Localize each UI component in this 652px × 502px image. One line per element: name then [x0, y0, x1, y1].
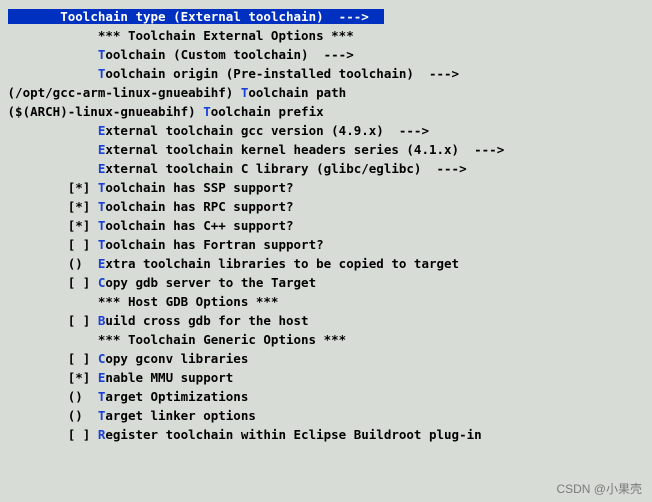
menu-row[interactable]: [*] Toolchain has C++ support? [0, 217, 652, 236]
selected-item[interactable]: Toolchain type (External toolchain) ---> [8, 9, 384, 24]
menu-label: oolchain has C++ support? [105, 218, 293, 233]
menu-label: *** Host GDB Options *** [98, 294, 279, 309]
menu-label: oolchain has SSP support? [105, 180, 293, 195]
menu-label: *** Toolchain External Options *** [98, 28, 354, 43]
row-prefix: [ ] [0, 312, 98, 331]
row-prefix [0, 293, 98, 312]
menu-label: xternal toolchain kernel headers series … [105, 142, 504, 157]
menu-label: nable MMU support [105, 370, 233, 385]
menu-label: oolchain origin (Pre-installed toolchain… [105, 66, 459, 81]
row-prefix: [ ] [0, 426, 98, 445]
menu-row[interactable]: [ ] Copy gconv libraries [0, 350, 652, 369]
row-prefix: [*] [0, 369, 98, 388]
menu-row[interactable]: [*] Toolchain has RPC support? [0, 198, 652, 217]
menu-label: xternal toolchain gcc version (4.9.x) --… [105, 123, 429, 138]
menu-row[interactable]: *** Host GDB Options *** [0, 293, 652, 312]
row-prefix [0, 27, 98, 46]
menu-row[interactable]: () Extra toolchain libraries to be copie… [0, 255, 652, 274]
row-prefix: [ ] [0, 274, 98, 293]
menu-label: uild cross gdb for the host [105, 313, 308, 328]
row-prefix: [ ] [0, 236, 98, 255]
menu-label: oolchain prefix [211, 104, 324, 119]
menu-row[interactable]: Toolchain type (External toolchain) ---> [0, 8, 652, 27]
menu-label: egister toolchain within Eclipse Buildro… [105, 427, 481, 442]
row-prefix: () [0, 388, 98, 407]
row-prefix [0, 65, 98, 84]
menu-row[interactable]: () Target linker options [0, 407, 652, 426]
menu-row[interactable]: External toolchain C library (glibc/egli… [0, 160, 652, 179]
row-prefix: ($(ARCH)-linux-gnueabihf) [0, 103, 203, 122]
watermark: CSDN @小果壳 [556, 480, 642, 498]
menu-label: opy gconv libraries [105, 351, 248, 366]
menu-label: xternal toolchain C library (glibc/eglib… [105, 161, 466, 176]
menu-row[interactable]: () Target Optimizations [0, 388, 652, 407]
menu-row[interactable]: External toolchain gcc version (4.9.x) -… [0, 122, 652, 141]
menu-row[interactable]: [*] Enable MMU support [0, 369, 652, 388]
row-prefix: () [0, 255, 98, 274]
row-prefix [0, 331, 98, 350]
row-prefix [0, 141, 98, 160]
menu-label: oolchain has RPC support? [105, 199, 293, 214]
row-prefix: [*] [0, 217, 98, 236]
row-prefix: () [0, 407, 98, 426]
menu-row[interactable]: *** Toolchain Generic Options *** [0, 331, 652, 350]
menu-row[interactable]: [ ] Build cross gdb for the host [0, 312, 652, 331]
row-prefix: [*] [0, 179, 98, 198]
row-prefix: [*] [0, 198, 98, 217]
menu-row[interactable]: ($(ARCH)-linux-gnueabihf) Toolchain pref… [0, 103, 652, 122]
menu-row[interactable]: Toolchain (Custom toolchain) ---> [0, 46, 652, 65]
selection-gap [0, 8, 8, 27]
menu-row[interactable]: Toolchain origin (Pre-installed toolchai… [0, 65, 652, 84]
row-prefix: (/opt/gcc-arm-linux-gnueabihf) [0, 84, 241, 103]
menu-row[interactable]: [ ] Register toolchain within Eclipse Bu… [0, 426, 652, 445]
menu-label: oolchain type (External toolchain) ---> [68, 9, 384, 24]
menuconfig-menu[interactable]: Toolchain type (External toolchain) --->… [0, 0, 652, 445]
menu-row[interactable]: External toolchain kernel headers series… [0, 141, 652, 160]
menu-label: oolchain path [248, 85, 346, 100]
row-prefix [0, 160, 98, 179]
hotkey: T [203, 104, 211, 119]
hotkey: T [60, 9, 68, 24]
menu-label: opy gdb server to the Target [105, 275, 316, 290]
menu-label: arget linker options [105, 408, 256, 423]
menu-label: xtra toolchain libraries to be copied to… [105, 256, 459, 271]
row-prefix [0, 46, 98, 65]
row-prefix: [ ] [0, 350, 98, 369]
menu-label: arget Optimizations [105, 389, 248, 404]
menu-label: oolchain has Fortran support? [105, 237, 323, 252]
row-prefix [0, 122, 98, 141]
menu-row[interactable]: *** Toolchain External Options *** [0, 27, 652, 46]
menu-row[interactable]: [*] Toolchain has SSP support? [0, 179, 652, 198]
menu-row[interactable]: [ ] Copy gdb server to the Target [0, 274, 652, 293]
menu-label: oolchain (Custom toolchain) ---> [105, 47, 353, 62]
menu-row[interactable]: (/opt/gcc-arm-linux-gnueabihf) Toolchain… [0, 84, 652, 103]
menu-label: *** Toolchain Generic Options *** [98, 332, 346, 347]
menu-row[interactable]: [ ] Toolchain has Fortran support? [0, 236, 652, 255]
